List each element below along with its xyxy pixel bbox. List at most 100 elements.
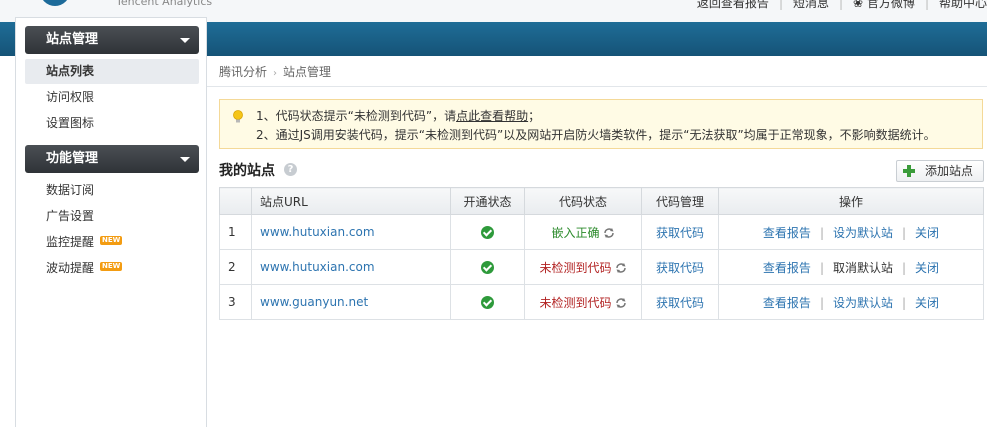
notice-text: 1、代码状态提示“未检测到代码”，请 (256, 109, 457, 123)
view-report-link[interactable]: 查看报告 (763, 226, 811, 240)
actions-cell: 查看报告 | 设为默认站 | 关闭 (718, 214, 984, 250)
get-code-label: 获取代码 (655, 225, 704, 240)
set-default-link[interactable]: 设为默认站 (833, 296, 893, 310)
breadcrumb: 腾讯分析 › 站点管理 (219, 63, 331, 80)
open-status-cell (450, 249, 525, 285)
notice-line-2: 2、通过JS调用安装代码，提示“未检测到代码”以及网站开启防火墙类软件，提示“无… (256, 128, 936, 142)
check-circle-icon (481, 261, 494, 274)
get-code-link[interactable]: 获取代码 (641, 284, 719, 320)
sidebar-item-label: 波动提醒 (46, 261, 95, 275)
sidebar-item-label: 广告设置 (46, 209, 95, 223)
code-status-cell: 未检测到代码 (524, 284, 642, 320)
open-status-cell (450, 284, 525, 320)
weibo-link[interactable]: ❀ 官方微博 (853, 0, 915, 11)
chevron-right-icon: › (273, 68, 278, 79)
sidebar-item-site-list[interactable]: 站点列表 (25, 59, 199, 84)
view-report-link[interactable]: 查看报告 (763, 261, 811, 275)
sidebar-item-data-subscribe[interactable]: 数据订阅 (25, 178, 199, 203)
close-link[interactable]: 关闭 (915, 261, 939, 275)
table-row: 2 www.hutuxian.com 未检测到代码 获取代码 查看报告 | 取消默认… (219, 249, 984, 285)
table-header-row: 站点URL 开通状态 代码状态 代码管理 操作 (219, 187, 984, 215)
sidebar-item-label: 站点列表 (46, 64, 95, 78)
divider: | (819, 295, 824, 310)
get-code-label: 获取代码 (655, 295, 704, 310)
add-site-label: 添加站点 (925, 164, 974, 178)
row-index: 3 (219, 284, 252, 320)
code-status-text: 嵌入正确 (551, 225, 600, 240)
sidebar-item-icon-settings[interactable]: 设置图标 (25, 111, 199, 136)
col-code-manage: 代码管理 (641, 187, 719, 215)
get-code-label: 获取代码 (655, 260, 704, 275)
code-status-text: 未检测到代码 (539, 260, 612, 275)
divider: | (839, 0, 844, 10)
site-url-link[interactable]: www.hutuxian.com (251, 249, 451, 285)
add-site-button[interactable]: 添加站点 (896, 160, 984, 182)
sites-table: 站点URL 开通状态 代码状态 代码管理 操作 1 www.hutuxian.c… (219, 187, 984, 320)
col-index (219, 187, 252, 215)
code-status-cell: 未检测到代码 (524, 249, 642, 285)
site-url-link[interactable]: www.hutuxian.com (251, 214, 451, 250)
sidebar-item-label: 设置图标 (46, 116, 95, 130)
section-feature-management[interactable]: 功能管理 (25, 145, 199, 173)
chevron-down-icon (180, 38, 190, 43)
table-row: 3 www.guanyun.net 未检测到代码 获取代码 查看报告 | 设为默认站… (219, 284, 984, 320)
divider: | (819, 225, 824, 240)
divider: | (902, 225, 907, 240)
sidebar-item-ad-settings[interactable]: 广告设置 (25, 204, 199, 229)
lightbulb-icon (233, 110, 243, 123)
check-circle-icon (481, 296, 494, 309)
col-url: 站点URL (251, 187, 451, 215)
notice-text: ； (528, 109, 541, 123)
section-site-management[interactable]: 站点管理 (25, 26, 199, 54)
row-index: 2 (219, 249, 252, 285)
divider: | (778, 0, 783, 10)
site-url-link[interactable]: www.guanyun.net (251, 284, 451, 320)
page-title: 我的站点 (219, 163, 275, 179)
set-default-link[interactable]: 设为默认站 (833, 226, 893, 240)
sidebar-item-label: 监控提醒 (46, 235, 95, 249)
get-code-link[interactable]: 获取代码 (641, 249, 719, 285)
actions-cell: 查看报告 | 取消默认站 | 关闭 (718, 249, 984, 285)
sidebar-item-access[interactable]: 访问权限 (25, 85, 199, 110)
plus-icon (903, 165, 915, 177)
section-title: 功能管理 (46, 151, 99, 166)
row-index: 1 (219, 214, 252, 250)
sidebar-item-monitor-alert[interactable]: 监控提醒 NEW (25, 230, 199, 255)
col-code-status: 代码状态 (524, 187, 642, 215)
logo-icon[interactable] (40, 0, 70, 6)
cancel-default-link[interactable]: 取消默认站 (833, 261, 893, 275)
actions-cell: 查看报告 | 设为默认站 | 关闭 (718, 284, 984, 320)
weibo-icon: ❀ (853, 0, 867, 10)
top-links: 返回查看报告 | 短消息 | ❀ 官方微博 | 帮助中心 (697, 0, 987, 11)
help-icon[interactable]: ? (284, 163, 297, 176)
divider: | (902, 260, 907, 275)
sidebar-item-fluctuation-alert[interactable]: 波动提醒 NEW (25, 256, 199, 281)
help-center-link[interactable]: 帮助中心 (939, 0, 987, 11)
notice-box: 1、代码状态提示“未检测到代码”，请点此查看帮助； 2、通过JS调用安装代码，提… (219, 99, 983, 149)
close-link[interactable]: 关闭 (915, 296, 939, 310)
back-to-report-link[interactable]: 返回查看报告 (697, 0, 769, 11)
new-badge: NEW (100, 262, 123, 271)
messages-link[interactable]: 短消息 (793, 0, 829, 11)
weibo-link-label: 官方微博 (866, 0, 915, 10)
open-status-cell (450, 214, 525, 250)
code-status-text: 未检测到代码 (539, 295, 612, 310)
sidebar: 站点管理 站点列表 访问权限 设置图标 功能管理 数据订阅 广告设置 监控提醒 N… (15, 17, 207, 427)
code-status-cell: 嵌入正确 (524, 214, 642, 250)
refresh-icon[interactable] (615, 297, 627, 309)
close-link[interactable]: 关闭 (915, 226, 939, 240)
notice-line-1: 1、代码状态提示“未检测到代码”，请点此查看帮助； (256, 107, 540, 124)
section-title: 站点管理 (46, 32, 99, 47)
check-circle-icon (481, 226, 494, 239)
table-row: 1 www.hutuxian.com 嵌入正确 获取代码 查看报告 | 设为默认站 |… (219, 214, 984, 250)
new-badge: NEW (100, 236, 123, 245)
breadcrumb-current: 站点管理 (283, 65, 332, 79)
chevron-down-icon (180, 157, 190, 162)
refresh-icon[interactable] (615, 262, 627, 274)
view-report-link[interactable]: 查看报告 (763, 296, 811, 310)
logo-text: Tencent Analytics (116, 0, 213, 8)
get-code-link[interactable]: 获取代码 (641, 214, 719, 250)
breadcrumb-home[interactable]: 腾讯分析 (219, 65, 267, 79)
help-link[interactable]: 点此查看帮助 (456, 109, 528, 123)
refresh-icon[interactable] (603, 227, 615, 239)
